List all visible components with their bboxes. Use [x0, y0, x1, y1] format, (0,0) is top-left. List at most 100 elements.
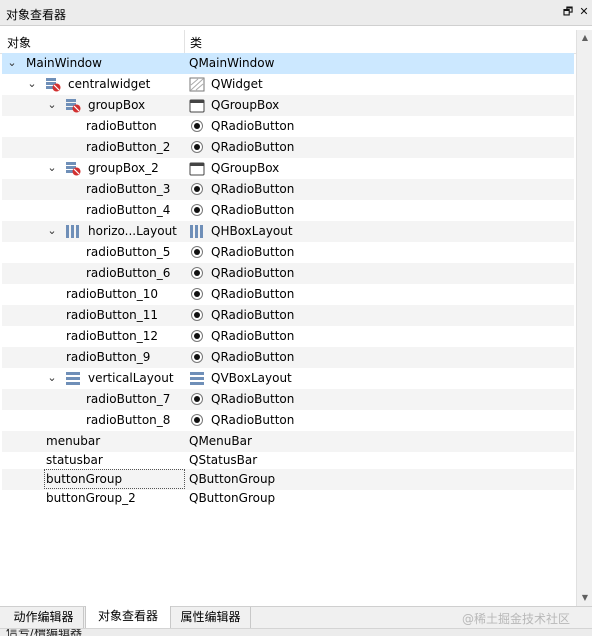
- expand-arrow-icon[interactable]: ⌄: [46, 98, 58, 112]
- tree-row-radiobutton-12[interactable]: radioButton_12 QRadioButton: [2, 326, 574, 347]
- expand-arrow-icon[interactable]: ⌄: [46, 161, 58, 175]
- hbox-layout-icon: [65, 224, 81, 239]
- class-name: QVBoxLayout: [211, 371, 292, 385]
- class-name: QButtonGroup: [189, 472, 276, 486]
- dock-tab-bar: 动作编辑器 对象查看器 属性编辑器 @稀土掘金技术社区: [0, 606, 592, 629]
- object-name: radioButton_2: [86, 140, 171, 154]
- object-name: radioButton_7: [86, 392, 171, 406]
- object-name: MainWindow: [26, 56, 102, 70]
- container-layout-off-icon: [65, 98, 81, 113]
- tree-row-radiobutton-2[interactable]: radioButton_2 QRadioButton: [2, 137, 574, 158]
- float-icon[interactable]: 🗗: [561, 5, 575, 19]
- radio-icon: [189, 182, 205, 197]
- tab-property-editor[interactable]: 属性编辑器: [171, 607, 251, 629]
- object-name: radioButton_4: [86, 203, 171, 217]
- object-name: radioButton_11: [66, 308, 159, 322]
- widget-icon: [189, 77, 205, 92]
- tree-row-radiobutton-8[interactable]: radioButton_8 QRadioButton: [2, 410, 574, 431]
- class-name: QRadioButton: [211, 203, 295, 217]
- tree-row-radiobutton-3[interactable]: radioButton_3 QRadioButton: [2, 179, 574, 200]
- tree-row-radiobutton-10[interactable]: radioButton_10 QRadioButton: [2, 284, 574, 305]
- expand-arrow-icon[interactable]: ⌄: [26, 77, 38, 91]
- class-name: QRadioButton: [211, 182, 295, 196]
- class-name: QMainWindow: [189, 56, 275, 70]
- tree-row-radiobutton-5[interactable]: radioButton_5 QRadioButton: [2, 242, 574, 263]
- tree-row-statusbar[interactable]: statusbar QStatusBar: [2, 450, 574, 471]
- tree-row-buttongroup[interactable]: buttonGroup QButtonGroup: [2, 469, 574, 490]
- object-name: buttonGroup_2: [46, 491, 136, 505]
- groupbox-icon: [189, 98, 205, 113]
- container-layout-off-icon: [45, 77, 61, 92]
- class-name: QRadioButton: [211, 413, 295, 427]
- column-separator[interactable]: [184, 30, 185, 54]
- tree-row-buttongroup-2[interactable]: buttonGroup_2 QButtonGroup: [2, 488, 574, 509]
- object-tree[interactable]: ⌄ MainWindow QMainWindow ⌄ centralwidget…: [2, 53, 574, 606]
- tree-row-centralwidget[interactable]: ⌄ centralwidget QWidget: [2, 74, 574, 95]
- class-name: QRadioButton: [211, 308, 295, 322]
- hbox-layout-icon: [189, 224, 205, 239]
- expand-arrow-icon[interactable]: ⌄: [46, 224, 58, 238]
- tree-row-radiobutton-9[interactable]: radioButton_9 QRadioButton: [2, 347, 574, 368]
- tree-row-radiobutton[interactable]: radioButton QRadioButton: [2, 116, 574, 137]
- next-dock-title: 信号/槽编辑器: [6, 628, 83, 636]
- object-name: groupBox: [88, 98, 146, 112]
- expand-arrow-icon[interactable]: ⌄: [46, 371, 58, 385]
- object-name: radioButton_6: [86, 266, 171, 280]
- tree-row-radiobutton-7[interactable]: radioButton_7 QRadioButton: [2, 389, 574, 410]
- tree-row-groupbox[interactable]: ⌄ groupBox QGroupBox: [2, 95, 574, 116]
- object-name: radioButton_12: [66, 329, 159, 343]
- tree-row-radiobutton-6[interactable]: radioButton_6 QRadioButton: [2, 263, 574, 284]
- tree-row-groupbox-2[interactable]: ⌄ groupBox_2 QGroupBox: [2, 158, 574, 179]
- vbox-layout-icon: [189, 371, 205, 386]
- class-name: QHBoxLayout: [211, 224, 293, 238]
- tree-row-radiobutton-11[interactable]: radioButton_11 QRadioButton: [2, 305, 574, 326]
- groupbox-icon: [189, 161, 205, 176]
- tab-action-editor[interactable]: 动作编辑器: [4, 607, 84, 629]
- object-name: menubar: [46, 434, 101, 448]
- class-name: QRadioButton: [211, 119, 295, 133]
- radio-icon: [189, 287, 205, 302]
- radio-icon: [189, 350, 205, 365]
- watermark-text: @稀土掘金技术社区: [462, 612, 571, 626]
- tree-row-menubar[interactable]: menubar QMenuBar: [2, 431, 574, 452]
- class-name: QStatusBar: [189, 453, 258, 467]
- radio-icon: [189, 203, 205, 218]
- radio-icon: [189, 119, 205, 134]
- class-name: QRadioButton: [211, 329, 295, 343]
- radio-icon: [189, 308, 205, 323]
- class-column-header[interactable]: 类: [190, 34, 202, 51]
- class-name: QRadioButton: [211, 266, 295, 280]
- class-name: QRadioButton: [211, 140, 295, 154]
- object-name: radioButton_3: [86, 182, 171, 196]
- radio-icon: [189, 329, 205, 344]
- tab-object-inspector[interactable]: 对象查看器: [85, 606, 171, 629]
- tree-row-horizontal-layout[interactable]: ⌄ horizo...Layout QHBoxLayout: [2, 221, 574, 242]
- expand-arrow-icon[interactable]: ⌄: [6, 56, 18, 70]
- class-name: QButtonGroup: [189, 491, 276, 505]
- object-column-header[interactable]: 对象: [7, 34, 31, 51]
- radio-icon: [189, 392, 205, 407]
- class-name: QRadioButton: [211, 350, 295, 364]
- tree-row-vertical-layout[interactable]: ⌄ verticalLayout QVBoxLayout: [2, 368, 574, 389]
- radio-icon: [189, 140, 205, 155]
- class-name: QGroupBox: [211, 98, 280, 112]
- tree-row-radiobutton-4[interactable]: radioButton_4 QRadioButton: [2, 200, 574, 221]
- class-name: QRadioButton: [211, 392, 295, 406]
- panel-title: 对象查看器: [6, 8, 67, 22]
- close-icon[interactable]: ✕: [577, 5, 591, 19]
- object-name: radioButton_10: [66, 287, 159, 301]
- panel-titlebar: 对象查看器 🗗 ✕: [0, 0, 592, 26]
- object-name: centralwidget: [68, 77, 151, 91]
- scroll-down-arrow-icon[interactable]: ▼: [577, 590, 592, 606]
- class-name: QWidget: [211, 77, 263, 91]
- column-header-row: 对象 类: [0, 30, 576, 54]
- class-name: QMenuBar: [189, 434, 252, 448]
- scroll-up-arrow-icon[interactable]: ▲: [577, 30, 592, 46]
- object-name: horizo...Layout: [88, 224, 177, 238]
- radio-icon: [189, 266, 205, 281]
- vertical-scrollbar[interactable]: ▲ ▼: [576, 30, 592, 606]
- object-name: radioButton: [86, 119, 157, 133]
- class-name: QGroupBox: [211, 161, 280, 175]
- object-name: verticalLayout: [88, 371, 174, 385]
- tree-row-mainwindow[interactable]: ⌄ MainWindow QMainWindow: [2, 53, 574, 74]
